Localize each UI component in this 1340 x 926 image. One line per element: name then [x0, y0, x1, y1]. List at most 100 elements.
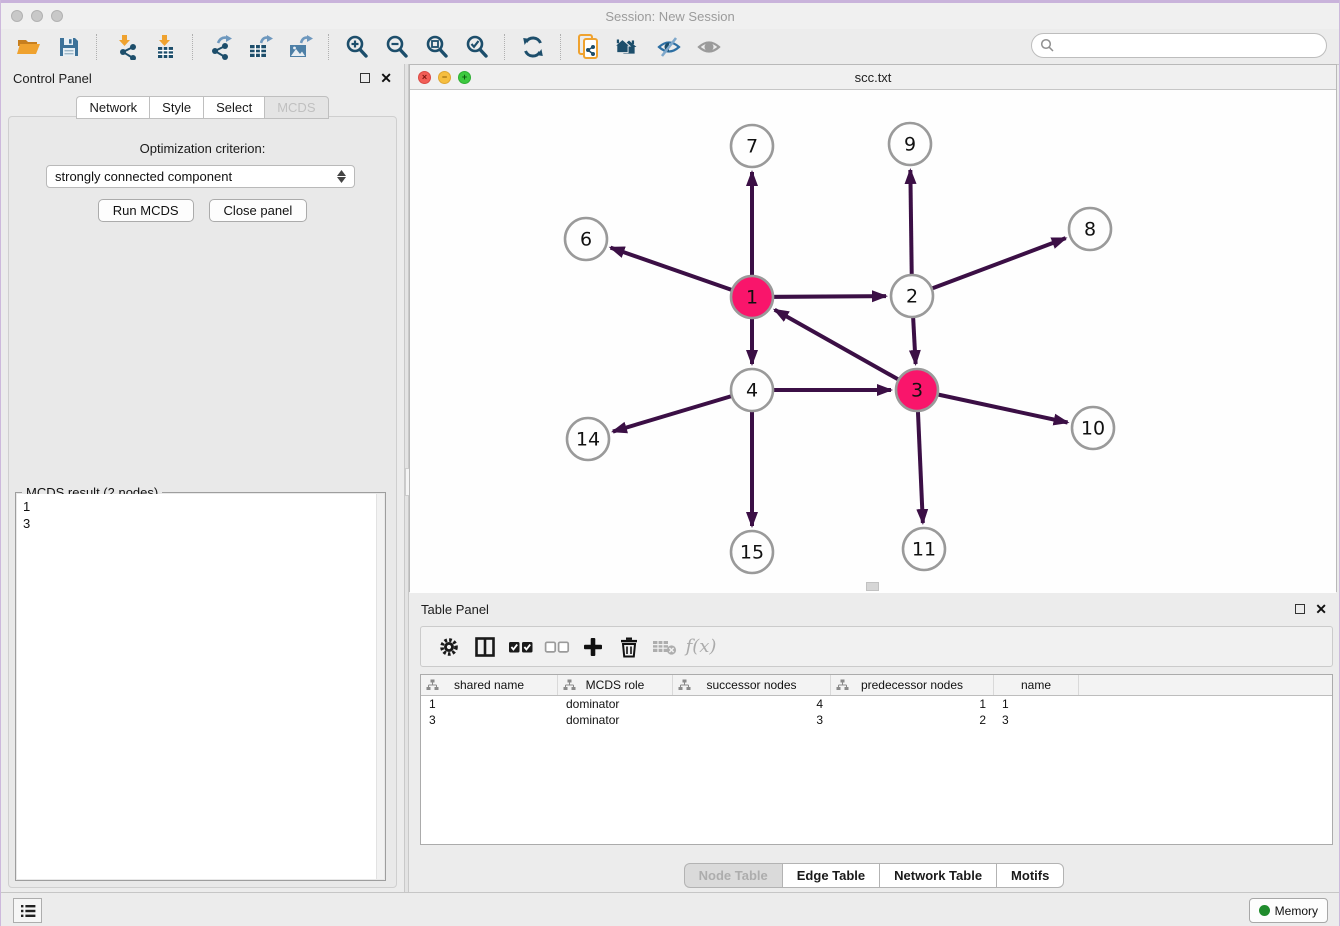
canvas-resize-grip[interactable]: [866, 582, 879, 591]
graph-node-label: 9: [904, 134, 916, 156]
eye-slash-icon: [655, 35, 683, 59]
graph-node-4[interactable]: 4: [731, 369, 773, 411]
memory-button[interactable]: Memory: [1249, 898, 1328, 923]
hierarchy-icon: [678, 679, 691, 691]
app-titlebar: Session: New Session: [1, 3, 1339, 30]
graph-node-label: 14: [576, 429, 600, 451]
close-panel-icon[interactable]: ✕: [380, 73, 392, 83]
zoom-fit-button[interactable]: [422, 33, 452, 61]
network-graph[interactable]: 7 9 6 8 1 2 4 3 14 10 15 11: [410, 90, 1338, 593]
show-columns-button[interactable]: [467, 636, 503, 658]
show-graphics-button[interactable]: [694, 33, 724, 61]
zoom-selected-button[interactable]: [462, 33, 492, 61]
save-session-button[interactable]: [54, 33, 84, 61]
show-all-networks-button[interactable]: [614, 33, 644, 61]
tab-mcds[interactable]: MCDS: [264, 96, 328, 119]
cell-shared-name[interactable]: 1: [421, 696, 558, 712]
clone-network-button[interactable]: [574, 33, 604, 61]
graph-node-6[interactable]: 6: [565, 218, 607, 260]
zoom-out-button[interactable]: [382, 33, 412, 61]
cell-name[interactable]: 1: [994, 696, 1079, 712]
export-image-button[interactable]: [286, 33, 316, 61]
add-row-button[interactable]: [575, 636, 611, 658]
export-table-button[interactable]: [246, 33, 276, 61]
graph-node-11[interactable]: 11: [903, 528, 945, 570]
float-table-panel-icon[interactable]: [1295, 604, 1305, 614]
column-header-mcds-role[interactable]: MCDS role: [558, 675, 673, 695]
table-row[interactable]: 1 dominator 4 1 1: [421, 696, 1332, 712]
delete-row-button[interactable]: [611, 636, 647, 658]
graph-node-3[interactable]: 3: [896, 369, 938, 411]
cell-name[interactable]: 3: [994, 712, 1079, 728]
close-panel-button[interactable]: Close panel: [209, 199, 308, 222]
hierarchy-icon: [563, 679, 576, 691]
graph-node-14[interactable]: 14: [567, 418, 609, 460]
cell-mcds-role[interactable]: dominator: [558, 712, 673, 728]
tab-motifs[interactable]: Motifs: [996, 863, 1064, 888]
cell-successor-nodes[interactable]: 3: [673, 712, 831, 728]
criterion-value: strongly connected component: [55, 169, 232, 184]
cell-mcds-role[interactable]: dominator: [558, 696, 673, 712]
tab-network[interactable]: Network: [76, 96, 149, 119]
graph-node-15[interactable]: 15: [731, 531, 773, 573]
refresh-button[interactable]: [518, 33, 548, 61]
network-canvas[interactable]: 7 9 6 8 1 2 4 3 14 10 15 11: [410, 90, 1336, 593]
search-field[interactable]: [1031, 33, 1327, 58]
tab-select[interactable]: Select: [203, 96, 264, 119]
graph-node-9[interactable]: 9: [889, 123, 931, 165]
table-row[interactable]: 3 dominator 3 2 3: [421, 712, 1332, 728]
select-all-button[interactable]: [503, 639, 539, 655]
close-table-panel-icon[interactable]: ✕: [1315, 604, 1327, 614]
graph-node-label: 6: [580, 229, 592, 251]
import-table-button[interactable]: [150, 33, 180, 61]
export-network-button[interactable]: [206, 33, 236, 61]
zoom-in-button[interactable]: [342, 33, 372, 61]
tab-network-table[interactable]: Network Table: [879, 863, 996, 888]
graph-edge-2-8[interactable]: [912, 238, 1066, 296]
control-panel: Control Panel ✕ Network Style Select MCD…: [1, 64, 404, 893]
graph-node-8[interactable]: 8: [1069, 208, 1111, 250]
zoom-out-icon: [384, 34, 410, 60]
tab-edge-table[interactable]: Edge Table: [782, 863, 879, 888]
graph-node-label: 8: [1084, 219, 1096, 241]
task-history-button[interactable]: [13, 898, 42, 923]
tab-node-table[interactable]: Node Table: [684, 863, 782, 888]
open-file-button[interactable]: [14, 33, 44, 61]
graph-edge-1-6[interactable]: [611, 248, 752, 297]
graph-node-label: 3: [911, 380, 923, 402]
mcds-result-text[interactable]: 1 3: [17, 494, 384, 879]
criterion-dropdown[interactable]: strongly connected component: [46, 165, 355, 188]
graph-edge-3-1[interactable]: [775, 310, 917, 390]
node-table[interactable]: shared name MCDS role successor nodes pr…: [420, 674, 1333, 845]
hide-graphics-button[interactable]: [654, 33, 684, 61]
graph-node-1[interactable]: 1: [731, 276, 773, 318]
column-header-shared-name[interactable]: shared name: [421, 675, 558, 695]
run-mcds-button[interactable]: Run MCDS: [98, 199, 194, 222]
hierarchy-icon: [836, 679, 849, 691]
column-header-name[interactable]: name: [994, 675, 1079, 695]
eye-icon: [695, 35, 723, 59]
hierarchy-icon: [426, 679, 439, 691]
network-window-titlebar[interactable]: × − + scc.txt: [410, 65, 1336, 90]
graph-edge-3-10[interactable]: [917, 390, 1068, 423]
delete-table-button[interactable]: [647, 637, 683, 657]
zoom-fit-icon: [424, 34, 450, 60]
result-scrollbar[interactable]: [376, 494, 384, 879]
apply-function-button[interactable]: f(x): [683, 636, 719, 657]
column-label: predecessor nodes: [861, 678, 963, 692]
graph-node-10[interactable]: 10: [1072, 407, 1114, 449]
cell-predecessor-nodes[interactable]: 1: [831, 696, 994, 712]
tab-style[interactable]: Style: [149, 96, 203, 119]
cell-successor-nodes[interactable]: 4: [673, 696, 831, 712]
table-settings-button[interactable]: [431, 636, 467, 658]
import-network-button[interactable]: [110, 33, 140, 61]
graph-node-7[interactable]: 7: [731, 125, 773, 167]
graph-node-2[interactable]: 2: [891, 275, 933, 317]
float-panel-icon[interactable]: [360, 73, 370, 83]
cell-shared-name[interactable]: 3: [421, 712, 558, 728]
column-header-predecessor-nodes[interactable]: predecessor nodes: [831, 675, 994, 695]
deselect-all-button[interactable]: [539, 639, 575, 655]
column-header-successor-nodes[interactable]: successor nodes: [673, 675, 831, 695]
cell-predecessor-nodes[interactable]: 2: [831, 712, 994, 728]
table-tabs: Node Table Edge Table Network Table Moti…: [409, 863, 1339, 888]
